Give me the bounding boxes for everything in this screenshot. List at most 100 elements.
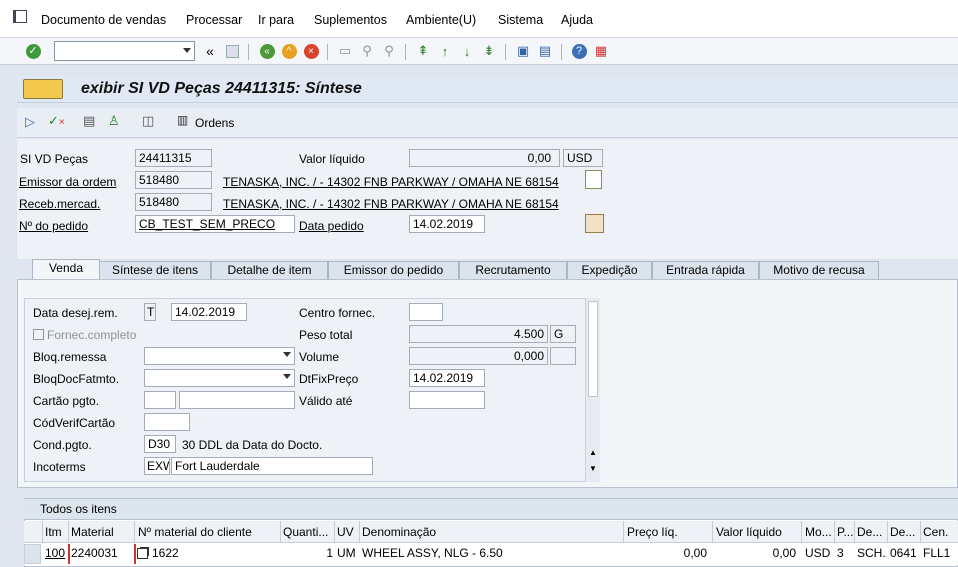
data-desej-field[interactable]: 14.02.2019 (171, 303, 247, 321)
incoterms-desc-field[interactable]: Fort Lauderdale (171, 457, 373, 475)
document-icon[interactable] (585, 170, 602, 189)
col-de-2[interactable]: De... (890, 525, 920, 539)
col-valor-liquido[interactable]: Valor líquido (716, 525, 798, 539)
cell-material[interactable]: 2240031 (71, 546, 133, 560)
cell-moeda[interactable]: USD (805, 546, 833, 560)
valido-field[interactable] (409, 391, 485, 409)
display-change-icon[interactable]: ▷ (25, 114, 35, 130)
first-page-icon[interactable]: ⇞ (413, 41, 433, 61)
menu-button[interactable] (23, 79, 63, 99)
tab-emissor-pedido[interactable]: Emissor do pedido (328, 261, 459, 279)
customize-layout-icon[interactable]: ▦ (591, 41, 611, 61)
previous-page-icon[interactable]: ↑ (435, 41, 455, 61)
enter-check-icon[interactable]: ✓ (23, 41, 43, 61)
check-cancel-icon[interactable]: ✓× (48, 113, 65, 129)
vertical-scrollbar[interactable]: ▲ ▼ (585, 298, 600, 482)
cell-valor-liquido[interactable]: 0,00 (716, 546, 796, 560)
dtfix-field[interactable]: 14.02.2019 (409, 369, 485, 387)
menu-exit-icon[interactable] (13, 10, 27, 23)
col-material-cliente[interactable]: Nº material do cliente (138, 525, 280, 539)
next-page-icon[interactable]: ↓ (457, 41, 477, 61)
copy-icon[interactable] (137, 548, 148, 559)
menu-processar[interactable]: Processar (186, 13, 242, 27)
pedido-label[interactable]: Nº do pedido (19, 219, 88, 233)
receb-field[interactable]: 518480 (135, 193, 212, 211)
volume-unit-field[interactable] (550, 347, 576, 365)
bloq-remessa-select[interactable] (144, 347, 295, 365)
menu-ambiente[interactable]: Ambiente(U) (406, 13, 476, 27)
scroll-up-icon[interactable]: ▲ (589, 448, 597, 457)
pedido-field[interactable]: CB_TEST_SEM_PRECO (135, 215, 295, 233)
centro-fornec-field[interactable] (409, 303, 443, 321)
menu-suplementos[interactable]: Suplementos (314, 13, 387, 27)
scroll-down-icon[interactable]: ▼ (589, 464, 597, 473)
orders-button[interactable]: Ordens (195, 116, 234, 130)
col-preco-liq[interactable]: Preço líq. (627, 525, 709, 539)
volume-field[interactable]: 0,000 (409, 347, 548, 365)
header-detail-icon[interactable]: ▤ (83, 113, 95, 129)
table-row[interactable]: 100 2240031 1622 1 UM WHEEL ASSY, NLG - … (24, 543, 958, 565)
person-info-icon[interactable] (585, 214, 604, 233)
exit-icon[interactable]: ^ (279, 41, 299, 61)
cell-quantidade[interactable]: 1 (283, 546, 333, 560)
emissor-field[interactable]: 518480 (135, 171, 212, 189)
menu-ir-para[interactable]: Ir para (258, 13, 294, 27)
valor-liquido-field[interactable]: 0,00 (409, 149, 560, 167)
cartao-type-field[interactable] (144, 391, 176, 409)
bloq-doc-select[interactable] (144, 369, 295, 387)
row-selector[interactable] (24, 544, 41, 564)
data-desej-type-field[interactable]: T (144, 303, 156, 321)
data-pedido-label[interactable]: Data pedido (299, 219, 364, 233)
receb-label[interactable]: Receb.mercad. (19, 197, 100, 211)
tab-motivo-recusa[interactable]: Motivo de recusa (759, 261, 879, 279)
cell-material-cliente[interactable]: 1622 (152, 546, 278, 560)
chevron-down-icon[interactable] (183, 48, 191, 53)
tab-detalhe-item[interactable]: Detalhe de item (211, 261, 328, 279)
fornec-completo-checkbox[interactable] (33, 329, 44, 340)
cell-p[interactable]: 3 (837, 546, 854, 560)
col-itm[interactable]: Itm (45, 525, 69, 539)
print-icon[interactable]: ▭ (335, 41, 355, 61)
peso-total-field[interactable]: 4.500 (409, 325, 548, 343)
data-pedido-field[interactable]: 14.02.2019 (409, 215, 485, 233)
find-next-icon[interactable]: ⚲ (379, 41, 399, 61)
tab-recrutamento[interactable]: Recrutamento (459, 261, 567, 279)
menu-documento-vendas[interactable]: Documento de vendas (41, 13, 166, 27)
find-icon[interactable]: ⚲ (357, 41, 377, 61)
cancel-icon[interactable]: × (301, 41, 321, 61)
save-icon[interactable] (222, 41, 242, 61)
partner-icon[interactable]: ♙ (108, 113, 120, 129)
last-page-icon[interactable]: ⇟ (479, 41, 499, 61)
col-centro[interactable]: Cen. (923, 525, 955, 539)
si-vd-field[interactable]: 24411315 (135, 149, 212, 167)
command-field[interactable] (54, 41, 195, 61)
incoterms-code-field[interactable]: EXW (144, 457, 170, 475)
col-denominacao[interactable]: Denominação (362, 525, 620, 539)
shortcut-icon[interactable]: ▤ (535, 41, 555, 61)
currency-field[interactable]: USD (563, 149, 603, 167)
cell-preco-liq[interactable]: 0,00 (627, 546, 707, 560)
document-flow-icon[interactable]: ◫ (142, 113, 154, 129)
cell-centro[interactable]: FLL1 (923, 546, 955, 560)
col-material[interactable]: Material (71, 525, 137, 539)
emissor-label[interactable]: Emissor da ordem (19, 175, 116, 189)
tab-sintese-itens[interactable]: Síntese de itens (99, 261, 211, 279)
menu-ajuda[interactable]: Ajuda (561, 13, 593, 27)
chevron-down-icon[interactable] (283, 352, 291, 357)
col-uv[interactable]: UV (337, 525, 359, 539)
cell-itm[interactable]: 100 (45, 546, 68, 560)
cell-de-2[interactable]: 0641 (890, 546, 920, 560)
new-session-icon[interactable]: ▣ (513, 41, 533, 61)
tab-venda[interactable]: Venda (32, 259, 100, 279)
collapse-icon[interactable]: « (200, 41, 220, 61)
col-moeda[interactable]: Mo... (805, 525, 833, 539)
back-icon[interactable]: « (257, 41, 277, 61)
tab-expedicao[interactable]: Expedição (567, 261, 652, 279)
col-p[interactable]: P... (837, 525, 854, 539)
menu-sistema[interactable]: Sistema (498, 13, 543, 27)
peso-unit-field[interactable]: G (550, 325, 576, 343)
cell-uv[interactable]: UM (337, 546, 359, 560)
codverif-field[interactable] (144, 413, 190, 431)
cartao-number-field[interactable] (179, 391, 295, 409)
tab-entrada-rapida[interactable]: Entrada rápida (652, 261, 759, 279)
